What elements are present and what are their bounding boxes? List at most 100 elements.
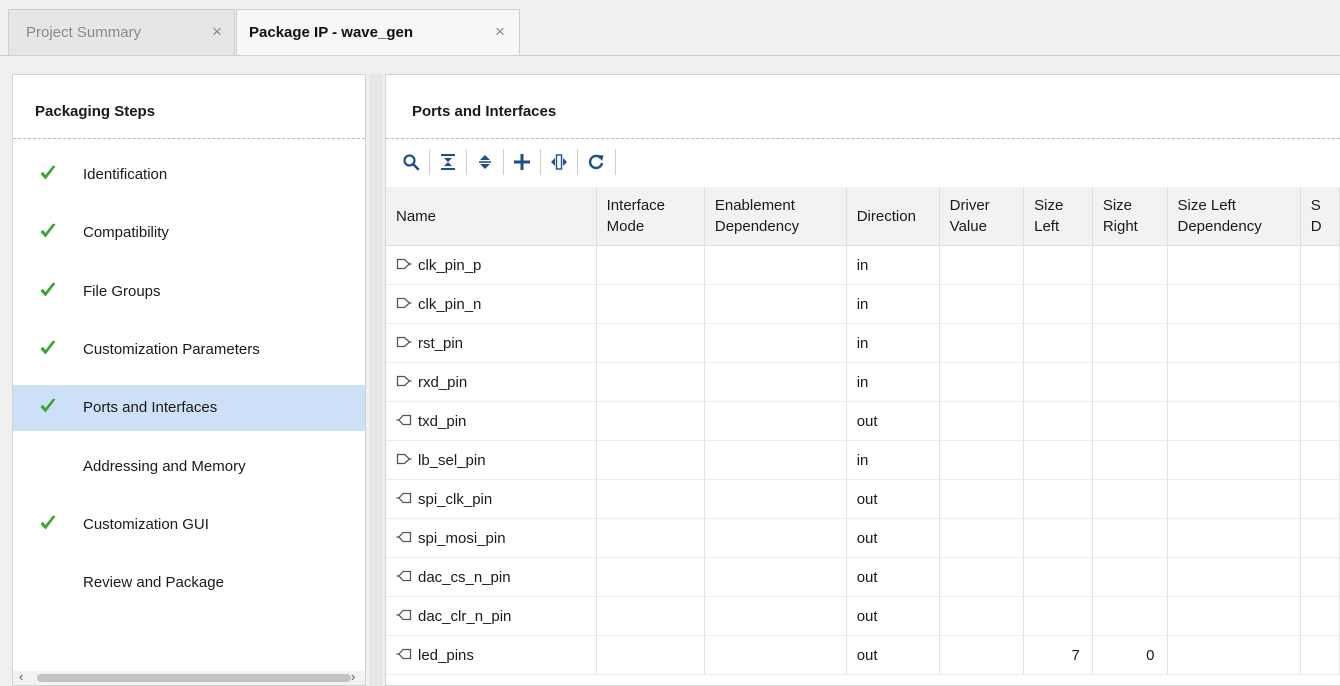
table-cell[interactable]: out xyxy=(846,518,940,558)
table-cell[interactable]: out xyxy=(846,401,940,441)
table-cell[interactable] xyxy=(1300,284,1340,324)
table-cell[interactable] xyxy=(939,596,1025,636)
table-row[interactable]: rxd_pin in xyxy=(386,362,1340,402)
refresh-icon[interactable] xyxy=(583,150,609,174)
table-cell[interactable] xyxy=(1023,479,1093,519)
step-item[interactable]: Compatibility xyxy=(13,210,365,256)
table-cell[interactable] xyxy=(704,557,847,597)
table-cell[interactable] xyxy=(1023,557,1093,597)
table-cell[interactable] xyxy=(596,518,705,558)
table-cell[interactable] xyxy=(1092,323,1168,363)
table-cell[interactable] xyxy=(1023,284,1093,324)
table-cell[interactable] xyxy=(1023,440,1093,480)
table-cell[interactable] xyxy=(1167,323,1301,363)
step-item[interactable]: Ports and Interfaces xyxy=(13,385,365,432)
table-row[interactable]: spi_mosi_pin out xyxy=(386,518,1340,558)
table-cell[interactable] xyxy=(1300,596,1340,636)
column-header[interactable]: Size Left Dependency xyxy=(1167,187,1301,246)
table-cell[interactable]: in xyxy=(846,323,940,363)
table-cell[interactable] xyxy=(1092,518,1168,558)
search-icon[interactable] xyxy=(398,150,424,174)
table-cell[interactable] xyxy=(939,284,1025,324)
table-cell[interactable]: 7 xyxy=(1023,635,1093,675)
expand-all-icon[interactable] xyxy=(472,150,498,174)
table-cell[interactable] xyxy=(596,362,705,402)
table-cell[interactable]: in xyxy=(846,284,940,324)
table-cell[interactable] xyxy=(1167,401,1301,441)
table-cell[interactable] xyxy=(596,323,705,363)
table-cell[interactable] xyxy=(1167,440,1301,480)
table-cell[interactable] xyxy=(939,323,1025,363)
step-item[interactable]: Customization GUI xyxy=(13,502,365,548)
add-icon[interactable] xyxy=(509,150,535,174)
table-cell[interactable]: out xyxy=(846,596,940,636)
table-cell[interactable] xyxy=(1300,557,1340,597)
table-cell[interactable] xyxy=(596,284,705,324)
column-header[interactable]: Name xyxy=(386,187,597,246)
table-cell[interactable] xyxy=(939,401,1025,441)
scroll-left-arrow-icon[interactable]: ‹ xyxy=(19,669,23,684)
tab-package-ip[interactable]: Package IP - wave_gen × xyxy=(236,9,520,55)
step-item[interactable]: Identification xyxy=(13,152,365,198)
table-cell[interactable] xyxy=(596,596,705,636)
table-row[interactable]: dac_cs_n_pin out xyxy=(386,557,1340,597)
table-row[interactable]: spi_clk_pin out xyxy=(386,479,1340,519)
table-cell[interactable] xyxy=(1092,245,1168,285)
table-cell[interactable]: out xyxy=(846,557,940,597)
column-header[interactable]: Size Left xyxy=(1023,187,1093,246)
table-cell[interactable] xyxy=(1167,284,1301,324)
table-cell[interactable] xyxy=(1300,323,1340,363)
column-header[interactable]: SD xyxy=(1300,187,1340,246)
table-cell[interactable]: 0 xyxy=(1092,635,1168,675)
table-cell[interactable] xyxy=(1300,635,1340,675)
table-cell[interactable] xyxy=(1167,557,1301,597)
table-cell[interactable] xyxy=(1023,596,1093,636)
table-cell[interactable] xyxy=(1300,440,1340,480)
table-cell[interactable] xyxy=(1092,440,1168,480)
table-cell[interactable] xyxy=(1167,635,1301,675)
table-cell[interactable] xyxy=(596,635,705,675)
table-cell[interactable] xyxy=(1092,479,1168,519)
table-cell[interactable] xyxy=(1167,596,1301,636)
table-cell[interactable] xyxy=(704,635,847,675)
table-cell[interactable]: in xyxy=(846,440,940,480)
table-cell[interactable] xyxy=(1300,362,1340,402)
table-cell[interactable] xyxy=(1167,362,1301,402)
table-row[interactable]: clk_pin_p in xyxy=(386,245,1340,285)
column-header[interactable]: Size Right xyxy=(1092,187,1168,246)
table-cell[interactable]: led_pins xyxy=(386,635,597,675)
table-cell[interactable]: in xyxy=(846,362,940,402)
table-cell[interactable]: dac_cs_n_pin xyxy=(386,557,597,597)
table-cell[interactable] xyxy=(1167,479,1301,519)
column-header[interactable]: Enablement Dependency xyxy=(704,187,847,246)
table-cell[interactable] xyxy=(704,518,847,558)
table-cell[interactable]: spi_clk_pin xyxy=(386,479,597,519)
horizontal-scrollbar[interactable]: ‹ › xyxy=(13,669,365,685)
step-item[interactable]: Addressing and Memory xyxy=(13,444,365,490)
table-cell[interactable] xyxy=(1023,362,1093,402)
table-cell[interactable]: out xyxy=(846,479,940,519)
tab-project-summary[interactable]: Project Summary × xyxy=(8,9,235,55)
table-cell[interactable] xyxy=(1167,245,1301,285)
table-cell[interactable] xyxy=(1300,401,1340,441)
table-cell[interactable] xyxy=(596,245,705,285)
table-cell[interactable] xyxy=(596,479,705,519)
table-cell[interactable]: rxd_pin xyxy=(386,362,597,402)
table-cell[interactable]: in xyxy=(846,245,940,285)
table-cell[interactable] xyxy=(1023,401,1093,441)
table-cell[interactable] xyxy=(1092,284,1168,324)
table-row[interactable]: txd_pin out xyxy=(386,401,1340,441)
table-row[interactable]: dac_clr_n_pin out xyxy=(386,596,1340,636)
table-cell[interactable]: lb_sel_pin xyxy=(386,440,597,480)
table-cell[interactable] xyxy=(1167,518,1301,558)
table-row[interactable]: led_pins out 7 0 xyxy=(386,635,1340,675)
table-cell[interactable] xyxy=(939,440,1025,480)
collapse-all-icon[interactable] xyxy=(435,150,461,174)
close-icon[interactable]: × xyxy=(495,22,505,42)
table-cell[interactable]: rst_pin xyxy=(386,323,597,363)
table-cell[interactable] xyxy=(704,479,847,519)
table-cell[interactable] xyxy=(939,479,1025,519)
table-cell[interactable] xyxy=(1300,518,1340,558)
table-cell[interactable] xyxy=(1300,479,1340,519)
step-item[interactable]: Customization Parameters xyxy=(13,327,365,373)
